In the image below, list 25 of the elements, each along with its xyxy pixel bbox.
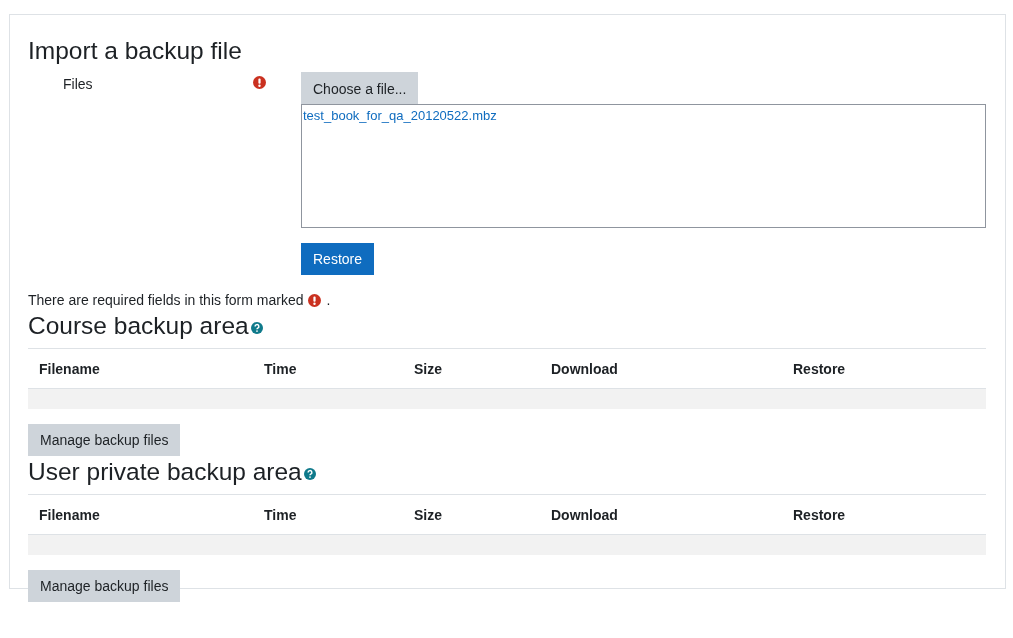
choose-file-button[interactable]: Choose a file... (301, 72, 419, 104)
column-header: Restore (782, 494, 986, 535)
column-header: Size (403, 348, 540, 389)
column-header: Download (540, 494, 782, 535)
section-title: User private backup area (28, 457, 302, 487)
column-header: Time (253, 348, 403, 389)
field-label: Files (63, 76, 93, 92)
help-icon[interactable] (303, 468, 316, 480)
column-header: Size (403, 494, 540, 535)
column-header: Download (540, 348, 782, 389)
column-header: Filename (28, 494, 253, 535)
column-header: Filename (28, 348, 253, 389)
file-drop-area[interactable]: test_book_for_qa_20120522.mbz (301, 104, 986, 228)
restore-button[interactable]: Restore (301, 243, 375, 275)
required-note: There are required fields in this form marked (28, 292, 304, 308)
manage-backup-files-button[interactable]: Manage backup files (28, 570, 181, 602)
page-title: Import a backup file (28, 36, 243, 66)
note-period: . (326, 292, 331, 308)
file-link[interactable]: test_book_for_qa_20120522.mbz (303, 108, 497, 123)
section-title: Course backup area (28, 311, 249, 341)
manage-backup-files-button[interactable]: Manage backup files (28, 424, 181, 456)
help-icon[interactable] (250, 322, 263, 334)
column-header: Restore (782, 348, 986, 389)
column-header: Time (253, 494, 403, 535)
required-icon (308, 293, 322, 307)
